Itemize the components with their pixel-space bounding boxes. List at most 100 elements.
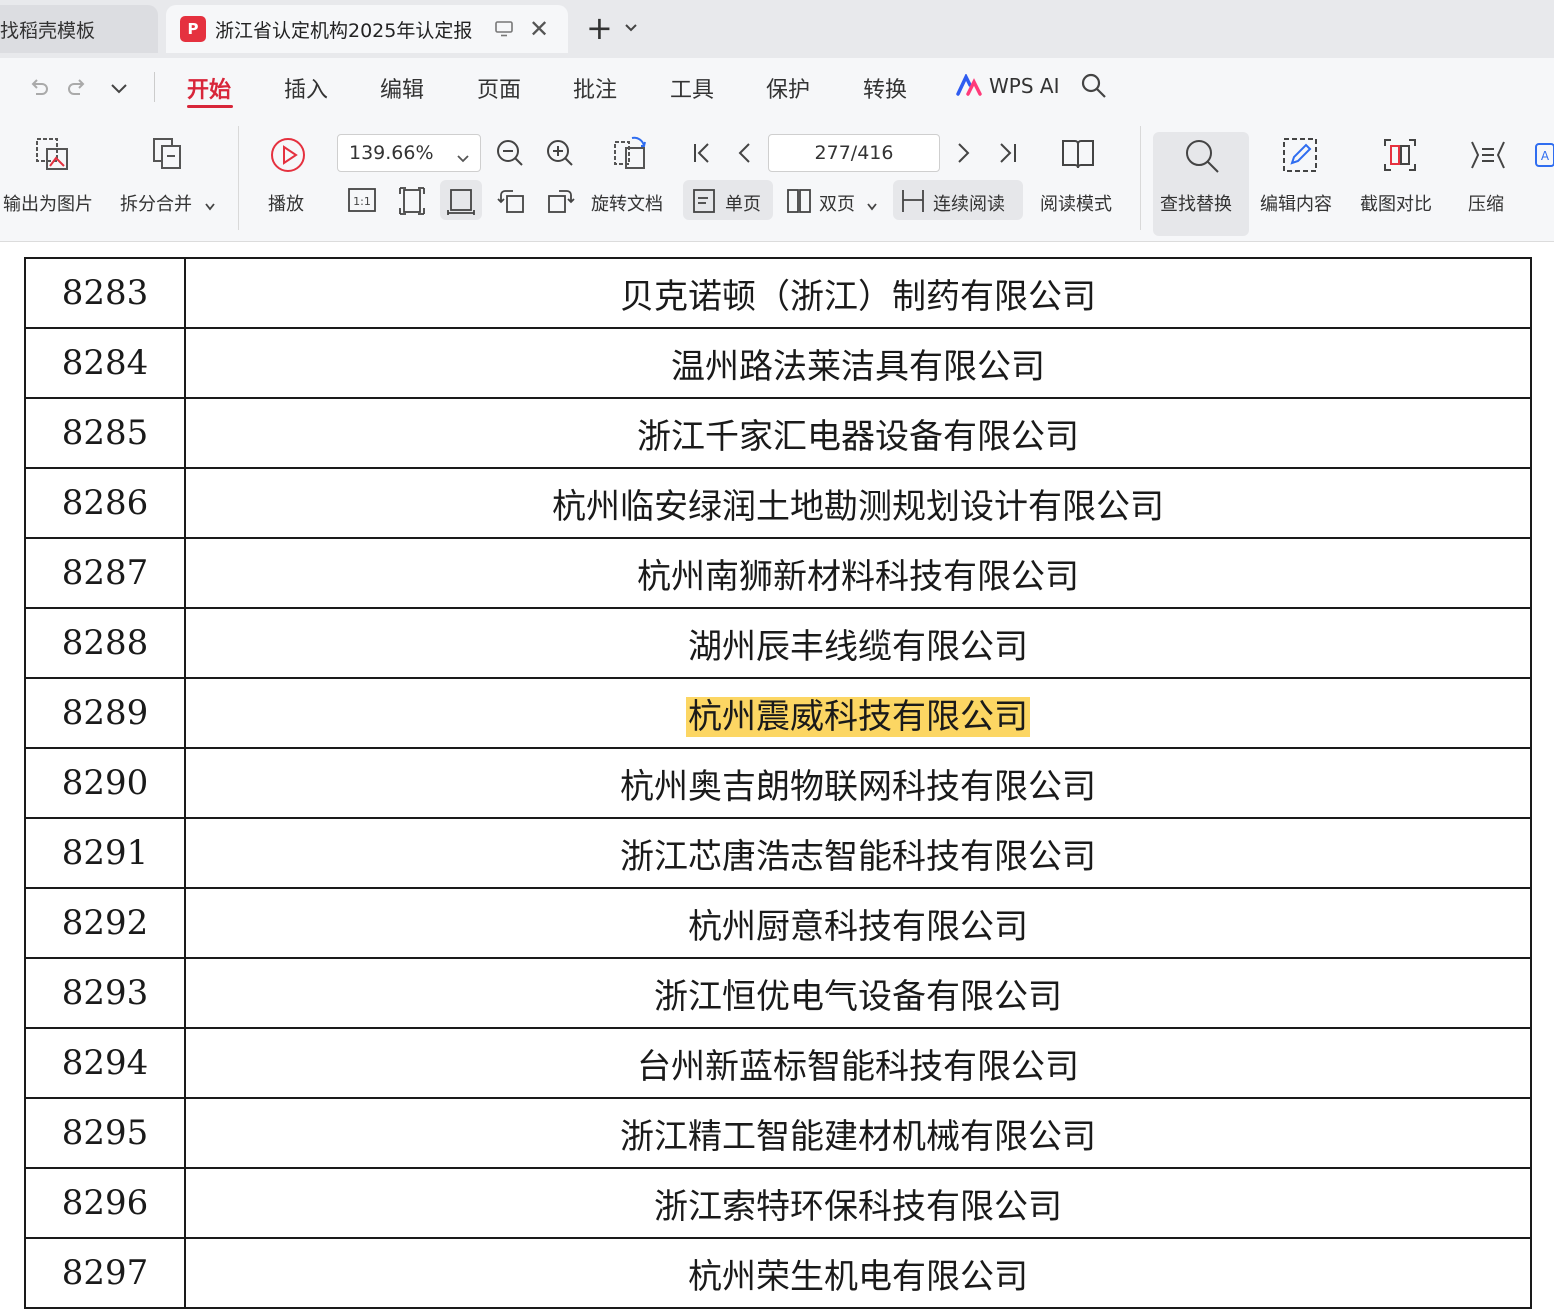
search-highlight: 杭州震威科技有限公司 <box>686 696 1030 737</box>
chevron-down-icon <box>456 147 470 169</box>
company-name-cell: 温州路法莱洁具有限公司 <box>184 327 1532 399</box>
menu-protect[interactable]: 保护 <box>766 72 810 104</box>
menu-comment[interactable]: 批注 <box>573 72 617 104</box>
rotate-document-label[interactable]: 旋转文档 <box>591 190 663 216</box>
company-name-cell: 台州新蓝标智能科技有限公司 <box>184 1027 1532 1099</box>
fit-width-icon[interactable] <box>446 186 476 220</box>
more-tool-icon[interactable]: A <box>1534 140 1554 174</box>
tab-templates[interactable]: 找稻壳模板 <box>0 5 158 53</box>
new-tab-button[interactable]: + <box>586 12 613 44</box>
chevron-down-icon[interactable] <box>205 196 215 215</box>
company-name-cell: 杭州奥吉朗物联网科技有限公司 <box>184 747 1532 819</box>
row-number: 8289 <box>24 677 186 749</box>
single-page-icon[interactable] <box>692 188 716 218</box>
menu-edit[interactable]: 编辑 <box>380 72 424 104</box>
table-row: 8295 浙江精工智能建材机械有限公司 <box>24 1097 1532 1169</box>
company-name-cell: 湖州辰丰线缆有限公司 <box>184 607 1532 679</box>
play-icon[interactable] <box>269 136 307 178</box>
table-row: 8285 浙江千家汇电器设备有限公司 <box>24 397 1532 469</box>
row-number: 8293 <box>24 957 186 1029</box>
search-icon[interactable] <box>1080 72 1108 104</box>
zoom-out-icon[interactable] <box>495 138 525 172</box>
table-row: 8283 贝克诺顿（浙江）制药有限公司 <box>24 257 1532 329</box>
row-number: 8294 <box>24 1027 186 1099</box>
row-number: 8292 <box>24 887 186 959</box>
export-image-label[interactable]: 输出为图片 <box>3 190 93 216</box>
compress-icon[interactable] <box>1468 136 1508 178</box>
company-name-cell: 杭州南狮新材料科技有限公司 <box>184 537 1532 609</box>
company-name-cell: 浙江恒优电气设备有限公司 <box>184 957 1532 1029</box>
screenshot-compare-label[interactable]: 截图对比 <box>1360 190 1432 216</box>
company-name-cell: 浙江芯唐浩志智能科技有限公司 <box>184 817 1532 889</box>
play-label[interactable]: 播放 <box>268 190 304 216</box>
document-view[interactable]: 8283 贝克诺顿（浙江）制药有限公司 8284 温州路法莱洁具有限公司 8285 浙江千… <box>0 242 1554 1313</box>
close-icon[interactable]: ✕ <box>529 15 549 43</box>
page-number-value: 277/416 <box>814 142 894 164</box>
chevron-down-icon[interactable] <box>110 80 128 99</box>
tab-document-title: 浙江省认定机构2025年认定报 <box>215 19 473 42</box>
last-page-icon[interactable] <box>996 140 1020 170</box>
row-number: 8287 <box>24 537 186 609</box>
table-row: 8297 杭州荣生机电有限公司 <box>24 1237 1532 1309</box>
menu-tools[interactable]: 工具 <box>670 72 714 104</box>
find-replace-label[interactable]: 查找替换 <box>1160 190 1232 216</box>
company-name-cell: 杭州临安绿润土地勘测规划设计有限公司 <box>184 467 1532 539</box>
wps-ai-icon[interactable] <box>956 72 982 100</box>
undo-icon[interactable] <box>28 76 50 102</box>
redo-icon[interactable] <box>66 76 88 102</box>
row-number: 8283 <box>24 257 186 329</box>
menu-wps-ai[interactable]: WPS AI <box>989 74 1059 98</box>
split-merge-icon[interactable] <box>150 136 186 176</box>
rotate-right-icon[interactable] <box>545 186 575 220</box>
double-page-icon[interactable] <box>786 188 812 218</box>
next-page-icon[interactable] <box>954 140 974 170</box>
edit-content-icon[interactable] <box>1281 136 1319 178</box>
table-row: 8296 浙江索特环保科技有限公司 <box>24 1167 1532 1239</box>
divider <box>238 126 239 230</box>
row-number: 8296 <box>24 1167 186 1239</box>
table-row: 8289 杭州震威科技有限公司 <box>24 677 1532 749</box>
menu-convert[interactable]: 转换 <box>863 72 907 104</box>
chevron-down-icon[interactable] <box>867 196 877 215</box>
menu-page[interactable]: 页面 <box>477 72 521 104</box>
previous-page-icon[interactable] <box>734 140 754 170</box>
rotate-document-icon[interactable] <box>612 134 650 176</box>
company-name-cell: 浙江千家汇电器设备有限公司 <box>184 397 1532 469</box>
row-number: 8297 <box>24 1237 186 1309</box>
menu-home[interactable]: 开始 <box>187 72 231 104</box>
screenshot-compare-icon[interactable] <box>1381 136 1419 178</box>
table-row: 8284 温州路法莱洁具有限公司 <box>24 327 1532 399</box>
fit-page-icon[interactable] <box>398 186 426 220</box>
page-number-input[interactable]: 277/416 <box>768 134 940 172</box>
split-merge-label[interactable]: 拆分合并 <box>120 190 192 216</box>
compress-label[interactable]: 压缩 <box>1468 190 1504 216</box>
company-name-cell: 浙江索特环保科技有限公司 <box>184 1167 1532 1239</box>
actual-size-icon[interactable]: 1:1 <box>348 188 376 218</box>
zoom-select[interactable]: 139.66% <box>337 134 481 172</box>
read-mode-icon[interactable] <box>1060 136 1096 176</box>
single-page-label[interactable]: 单页 <box>725 190 761 216</box>
row-number: 8288 <box>24 607 186 679</box>
table-row: 8287 杭州南狮新材料科技有限公司 <box>24 537 1532 609</box>
company-table: 8283 贝克诺顿（浙江）制药有限公司 8284 温州路法莱洁具有限公司 8285 浙江千… <box>24 257 1532 1309</box>
company-name-cell: 杭州厨意科技有限公司 <box>184 887 1532 959</box>
double-page-label[interactable]: 双页 <box>819 190 855 216</box>
rotate-left-icon[interactable] <box>497 186 527 220</box>
edit-content-label[interactable]: 编辑内容 <box>1260 190 1332 216</box>
row-number: 8284 <box>24 327 186 399</box>
row-number: 8291 <box>24 817 186 889</box>
monitor-icon[interactable] <box>493 18 515 40</box>
company-name-cell: 杭州荣生机电有限公司 <box>184 1237 1532 1309</box>
continuous-read-label[interactable]: 连续阅读 <box>933 190 1005 216</box>
menu-insert[interactable]: 插入 <box>284 72 328 104</box>
chevron-down-icon[interactable] <box>624 18 638 37</box>
read-mode-label[interactable]: 阅读模式 <box>1040 190 1112 216</box>
zoom-in-icon[interactable] <box>545 138 575 172</box>
table-row: 8291 浙江芯唐浩志智能科技有限公司 <box>24 817 1532 889</box>
export-image-icon[interactable] <box>34 136 70 176</box>
first-page-icon[interactable] <box>690 140 714 170</box>
search-icon[interactable] <box>1182 136 1222 180</box>
continuous-read-icon[interactable] <box>899 188 927 218</box>
tab-strip: 找稻壳模板 P 浙江省认定机构2025年认定报 ✕ + <box>0 0 1554 58</box>
tab-document[interactable]: P 浙江省认定机构2025年认定报 ✕ <box>166 5 568 53</box>
